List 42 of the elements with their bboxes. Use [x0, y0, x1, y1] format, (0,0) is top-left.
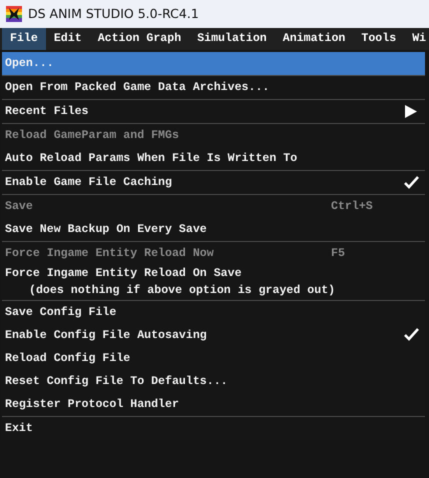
menu-item[interactable]: Save Config File [2, 300, 425, 324]
menu-bar-item[interactable]: Edit [46, 28, 90, 50]
menu-item[interactable]: Enable Game File Caching [2, 171, 425, 194]
menu-bar-item[interactable]: Simulation [189, 28, 275, 50]
menu-item[interactable]: Auto Reload Params When File Is Written To [2, 147, 425, 170]
menu-item[interactable]: Enable Config File Autosaving [2, 324, 425, 347]
menu-item-label: Open From Packed Game Data Archives... [5, 80, 270, 94]
menu-item[interactable]: Save New Backup On Every Save [2, 218, 425, 241]
app-logo-icon [6, 6, 22, 22]
menu-item-label: Auto Reload Params When File Is Written To [5, 152, 298, 165]
menu-item[interactable]: Open From Packed Game Data Archives... [2, 76, 425, 99]
menu-item-label: Exit [5, 422, 33, 435]
menu-item-label: Save Config File [5, 306, 116, 319]
menu-item-label: Force Ingame Entity Reload Now [5, 246, 214, 260]
menu-item[interactable]: Force Ingame Entity Reload On Save (does nothing if above option is grayed out) [2, 265, 425, 300]
menu-item-label: Save New Backup On Every Save [5, 222, 207, 236]
menu-bar-item[interactable]: Action Graph [90, 28, 190, 50]
menu-item[interactable]: Recent Files [2, 100, 425, 123]
menu-item-label: Force Ingame Entity Reload On Save [5, 267, 242, 280]
menu-item-label: Enable Game File Caching [5, 176, 172, 189]
menu-bar-item[interactable]: Animation [274, 28, 354, 50]
shortcut-label: Ctrl+S [331, 198, 374, 215]
menu-item-label: Open... [5, 56, 54, 70]
menu-item-label: Recent Files [5, 104, 88, 118]
menu-item[interactable]: Reset Config File To Defaults... [2, 370, 425, 393]
menu-bar-item[interactable]: Wi [404, 28, 429, 50]
menu-item-label: Reset Config File To Defaults... [5, 374, 228, 388]
shortcut-label: F5 [331, 246, 346, 262]
submenu-arrow-icon [405, 104, 417, 118]
menu-item-note: (does nothing if above option is grayed out) [28, 283, 336, 300]
menu-item[interactable]: Register Protocol Handler [2, 392, 425, 416]
menu-item[interactable]: Exit [2, 416, 425, 440]
menu-item-label: Enable Config File Autosaving [5, 328, 207, 342]
menu-bar-item[interactable]: File [2, 28, 46, 50]
menu-item-label: Reload Config File [5, 352, 130, 365]
menu-item-label: Save [5, 200, 33, 213]
menu-item-label: Register Protocol Handler [5, 398, 179, 411]
window-title: DS ANIM STUDIO 5.0-RC4.1 [28, 4, 199, 23]
menu-item[interactable]: Open... [2, 52, 425, 75]
menu-item[interactable]: Reload Config File [2, 346, 425, 370]
menu-bar-item[interactable]: Tools [353, 28, 404, 50]
menu-item-label: Reload GameParam and FMGs [5, 128, 179, 142]
